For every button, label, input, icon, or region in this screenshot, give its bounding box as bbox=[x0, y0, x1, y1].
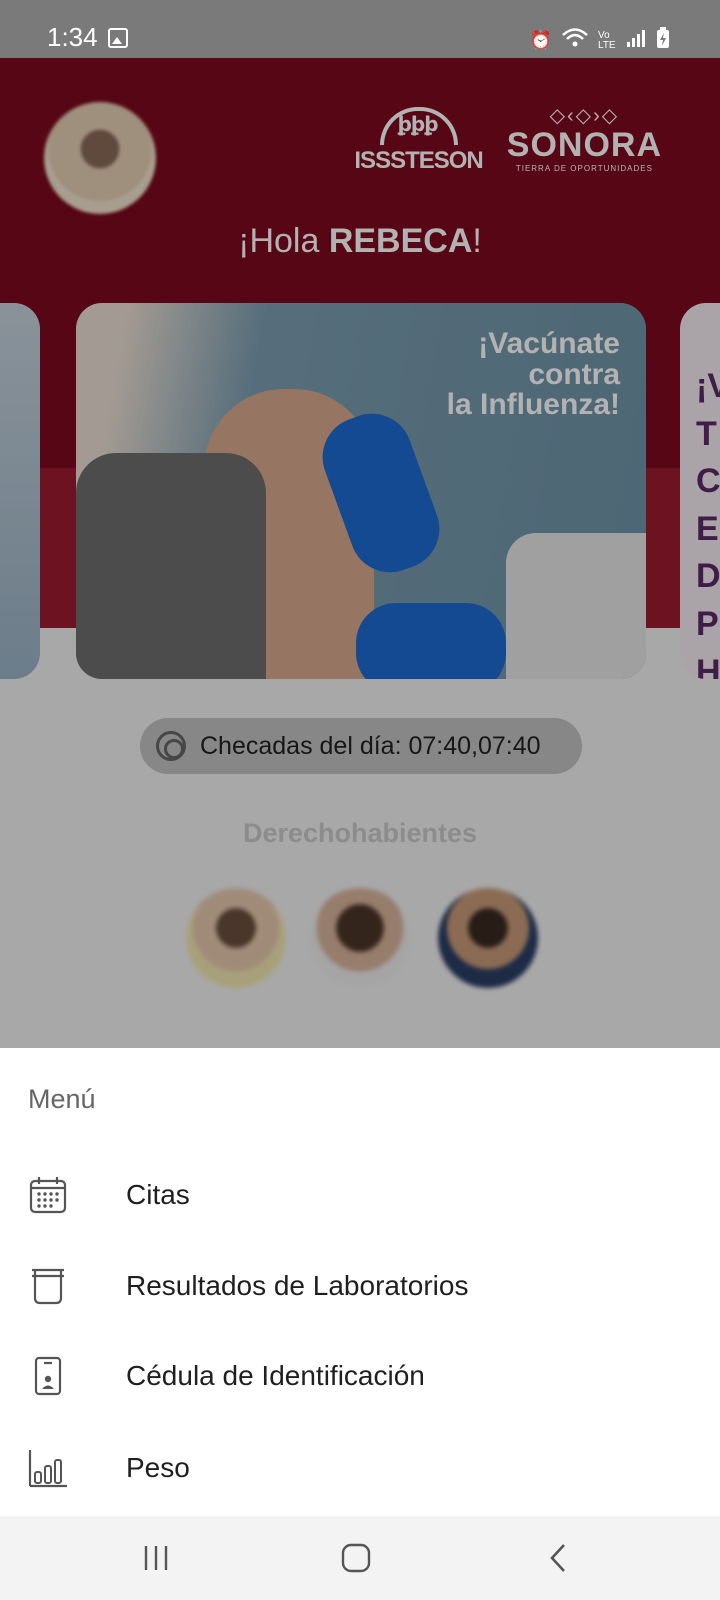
signal-icon bbox=[626, 28, 646, 53]
recent-apps-button[interactable] bbox=[132, 1534, 180, 1582]
bar-chart-icon bbox=[28, 1448, 68, 1488]
status-icons: ⏰ Vo LTE bbox=[530, 27, 670, 54]
menu-item-resultados-laboratorios[interactable]: Resultados de Laboratorios bbox=[0, 1243, 720, 1329]
status-time: 1:34 bbox=[47, 22, 98, 52]
back-button[interactable] bbox=[534, 1534, 582, 1582]
alarm-icon: ⏰ bbox=[529, 30, 552, 50]
home-icon bbox=[341, 1543, 371, 1573]
volte-icon: Vo LTE bbox=[598, 29, 616, 51]
id-card-icon bbox=[28, 1356, 68, 1396]
menu-item-label: Cédula de Identificación bbox=[126, 1360, 425, 1391]
menu-item-label: Peso bbox=[126, 1452, 190, 1483]
back-icon bbox=[550, 1544, 565, 1572]
menu-item-label: Resultados de Laboratorios bbox=[126, 1270, 469, 1301]
menu-item-label: Citas bbox=[126, 1179, 190, 1210]
wifi-icon bbox=[562, 27, 588, 54]
status-bar: 1:34 ⏰ Vo LTE bbox=[0, 0, 720, 58]
menu-item-peso[interactable]: Peso bbox=[0, 1425, 720, 1511]
system-nav-bar bbox=[0, 1516, 720, 1600]
menu-item-cedula-identificacion[interactable]: Cédula de Identificación bbox=[0, 1333, 720, 1419]
home-button[interactable] bbox=[332, 1534, 380, 1582]
menu-bottom-sheet: Menú Citas Resultados de Laboratorios Cé… bbox=[0, 1048, 720, 1516]
menu-item-citas[interactable]: Citas bbox=[0, 1152, 720, 1238]
menu-title: Menú bbox=[28, 1084, 96, 1114]
calendar-icon bbox=[28, 1175, 68, 1215]
modal-scrim[interactable] bbox=[0, 58, 720, 1048]
recent-apps-icon bbox=[144, 1546, 168, 1570]
image-icon bbox=[108, 28, 128, 48]
home-screen: ISSSTESON ◇‹◇›◇ SONORA TIERRA DE OPORTUN… bbox=[0, 58, 720, 1048]
beaker-icon bbox=[28, 1266, 68, 1306]
battery-charging-icon bbox=[656, 27, 670, 54]
